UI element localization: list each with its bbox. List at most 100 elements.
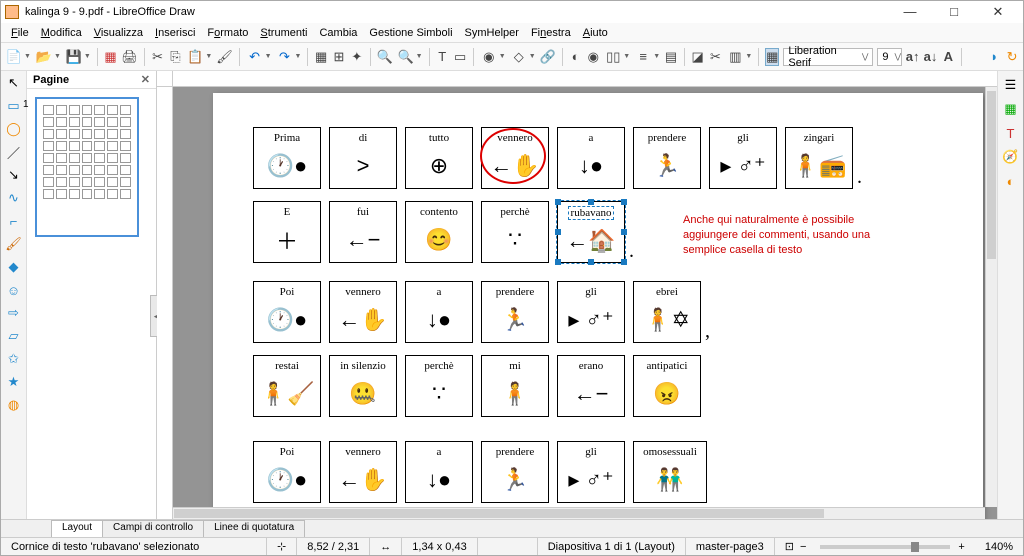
curve-tool[interactable]: ∿ bbox=[6, 190, 22, 206]
symbol-cell[interactable]: antipatici😠 bbox=[633, 355, 701, 417]
shapes-panel-button[interactable]: ◐ bbox=[1003, 173, 1019, 189]
menu-symhelper[interactable]: SymHelper bbox=[459, 25, 525, 41]
canvas[interactable]: Prima🕐●di>tutto⊕vennero←✋a↓●prendere🏃gli… bbox=[173, 87, 997, 519]
font-name-combo[interactable]: Liberation Serif⋁ bbox=[783, 48, 873, 66]
block-arrows-tool[interactable]: ⇨ bbox=[6, 305, 22, 321]
vertical-scrollbar[interactable] bbox=[985, 87, 997, 507]
zoom-slider[interactable] bbox=[820, 545, 950, 549]
symbol-cell[interactable]: zingari🧍📻 bbox=[785, 127, 853, 189]
export-pdf-button[interactable]: ▦ bbox=[104, 48, 118, 66]
symbol-cell[interactable]: mi🧍 bbox=[481, 355, 549, 417]
symbol-cell[interactable]: a↓● bbox=[557, 127, 625, 189]
symbol-cell[interactable]: prendere🏃 bbox=[633, 127, 701, 189]
horizontal-scrollbar[interactable] bbox=[173, 507, 985, 519]
menu-file[interactable]: File bbox=[5, 25, 35, 41]
symbol-cell[interactable]: erano←− bbox=[557, 355, 625, 417]
clone-format-button[interactable]: 🖌 bbox=[216, 48, 233, 66]
3d-tool[interactable]: ◍ bbox=[6, 397, 22, 413]
close-panel-button[interactable]: ✕ bbox=[141, 73, 150, 86]
minimize-button[interactable]: — bbox=[895, 4, 925, 20]
zoom-menu[interactable]: 🔍▼ bbox=[397, 48, 423, 66]
menu-formato[interactable]: Formato bbox=[201, 25, 254, 41]
copy-button[interactable]: ⎘ bbox=[169, 48, 183, 66]
menu-cambia[interactable]: Cambia bbox=[313, 25, 363, 41]
symbol-cell[interactable]: gli▸ ♂⁺ bbox=[557, 441, 625, 503]
tab-controls[interactable]: Campi di controllo bbox=[102, 520, 204, 537]
select-tool[interactable]: ↖ bbox=[6, 75, 22, 91]
paste-button[interactable]: 📋▼ bbox=[186, 48, 212, 66]
symbol-cell[interactable]: di> bbox=[329, 127, 397, 189]
star-tool[interactable]: ★ bbox=[6, 374, 22, 390]
properties-panel-button[interactable]: ☰ bbox=[1003, 77, 1019, 93]
distribute-button[interactable]: ▤ bbox=[664, 48, 678, 66]
fit-page-button[interactable]: ⊡ bbox=[785, 540, 794, 553]
symbol-shapes-tool[interactable]: ☺ bbox=[6, 282, 22, 298]
increase-font-button[interactable]: a↑ bbox=[906, 48, 920, 66]
ellipse-tool[interactable]: ◯ bbox=[6, 121, 22, 137]
shadow-button[interactable]: ◪ bbox=[691, 48, 705, 66]
symbol-cell[interactable]: perchè∵ bbox=[481, 201, 549, 263]
grid-button[interactable]: ▦ bbox=[314, 48, 328, 66]
symbol-cell[interactable]: vennero←✋ bbox=[329, 281, 397, 343]
symbol-cell[interactable]: contento😊 bbox=[405, 201, 473, 263]
symbol-cell[interactable]: ebrei🧍✡ bbox=[633, 281, 701, 343]
symbol-cell[interactable]: tutto⊕ bbox=[405, 127, 473, 189]
extrusion-button[interactable]: ◗ bbox=[987, 48, 1001, 66]
symbol-cell[interactable]: restai🧍🧹 bbox=[253, 355, 321, 417]
align-button[interactable]: ≡▼ bbox=[634, 48, 660, 66]
reload-button[interactable]: ↻ bbox=[1005, 48, 1019, 66]
undo-button[interactable]: ↶▼ bbox=[246, 48, 272, 66]
cut-button[interactable]: ✂ bbox=[151, 48, 165, 66]
textbox2-button[interactable]: ▭ bbox=[453, 48, 467, 66]
symbol-cell[interactable]: E＋ bbox=[253, 201, 321, 263]
menu-gestione-simboli[interactable]: Gestione Simboli bbox=[363, 25, 458, 41]
status-zoom[interactable]: 140% bbox=[975, 538, 1023, 555]
close-button[interactable]: ✕ bbox=[983, 4, 1013, 20]
comment-textbox[interactable]: Anche qui naturalmente è possibileaggiun… bbox=[683, 213, 893, 258]
symbol-cell[interactable]: prendere🏃 bbox=[481, 281, 549, 343]
symbol-cell[interactable]: rubavano←🏠 bbox=[557, 201, 625, 263]
snap-button[interactable]: ⊞ bbox=[332, 48, 346, 66]
zoom-button[interactable]: 🔍 bbox=[376, 48, 392, 66]
filter-button[interactable]: ▥▼ bbox=[726, 48, 752, 66]
symbol-cell[interactable]: omosessuali👬 bbox=[633, 441, 707, 503]
gallery-panel-button[interactable]: T bbox=[1003, 125, 1019, 141]
menu-aiuto[interactable]: Aiuto bbox=[577, 25, 614, 41]
symbol-cell[interactable]: a↓● bbox=[405, 441, 473, 503]
symbol-cell[interactable]: perchè∵ bbox=[405, 355, 473, 417]
save-button[interactable]: 💾▼ bbox=[65, 48, 91, 66]
open-button[interactable]: 📂▼ bbox=[35, 48, 61, 66]
connector-tool[interactable]: ⌐ bbox=[6, 213, 22, 229]
shapes-tool[interactable]: ◆ bbox=[6, 259, 22, 275]
page-thumbnail[interactable] bbox=[35, 97, 139, 237]
menu-inserisci[interactable]: Inserisci bbox=[149, 25, 201, 41]
textbox-button[interactable]: T bbox=[435, 48, 449, 66]
symbol-cell[interactable]: vennero←✋ bbox=[329, 441, 397, 503]
menu-finestra[interactable]: Finestra bbox=[525, 25, 577, 41]
arrange-button[interactable]: ▯▯▼ bbox=[604, 48, 630, 66]
maximize-button[interactable]: □ bbox=[939, 4, 969, 20]
callout-tool[interactable]: ✩ bbox=[6, 351, 22, 367]
font-size-combo[interactable]: 9⋁ bbox=[877, 48, 901, 66]
styles-panel-button[interactable]: ▦ bbox=[1003, 101, 1019, 117]
redo-button[interactable]: ↷▼ bbox=[276, 48, 302, 66]
symbol-cell[interactable]: Poi🕐● bbox=[253, 441, 321, 503]
line-tool[interactable]: ／ bbox=[6, 144, 22, 160]
tab-quotation[interactable]: Linee di quotatura bbox=[203, 520, 305, 537]
drawing-page[interactable]: Prima🕐●di>tutto⊕vennero←✋a↓●prendere🏃gli… bbox=[213, 93, 983, 519]
symbol-cell[interactable]: fui←− bbox=[329, 201, 397, 263]
flowchart-tool[interactable]: ▱ bbox=[6, 328, 22, 344]
transform1-button[interactable]: ◐ bbox=[569, 48, 583, 66]
menu-modifica[interactable]: Modifica bbox=[35, 25, 88, 41]
rect-tool[interactable]: ▭ bbox=[6, 98, 22, 114]
print-button[interactable]: 🖨 bbox=[121, 48, 138, 66]
symbol-cell[interactable]: prendere🏃 bbox=[481, 441, 549, 503]
symbol-cell[interactable]: in silenzio🤐 bbox=[329, 355, 397, 417]
tab-layout[interactable]: Layout bbox=[51, 520, 103, 537]
navigator-panel-button[interactable]: 🧭 bbox=[1003, 149, 1019, 165]
symbol-cell[interactable]: a↓● bbox=[405, 281, 473, 343]
menu-visualizza[interactable]: Visualizza bbox=[88, 25, 149, 41]
symbol-cell[interactable]: Poi🕐● bbox=[253, 281, 321, 343]
brush-tool[interactable]: 🖌 bbox=[6, 236, 22, 252]
crop-button[interactable]: ✂ bbox=[709, 48, 723, 66]
